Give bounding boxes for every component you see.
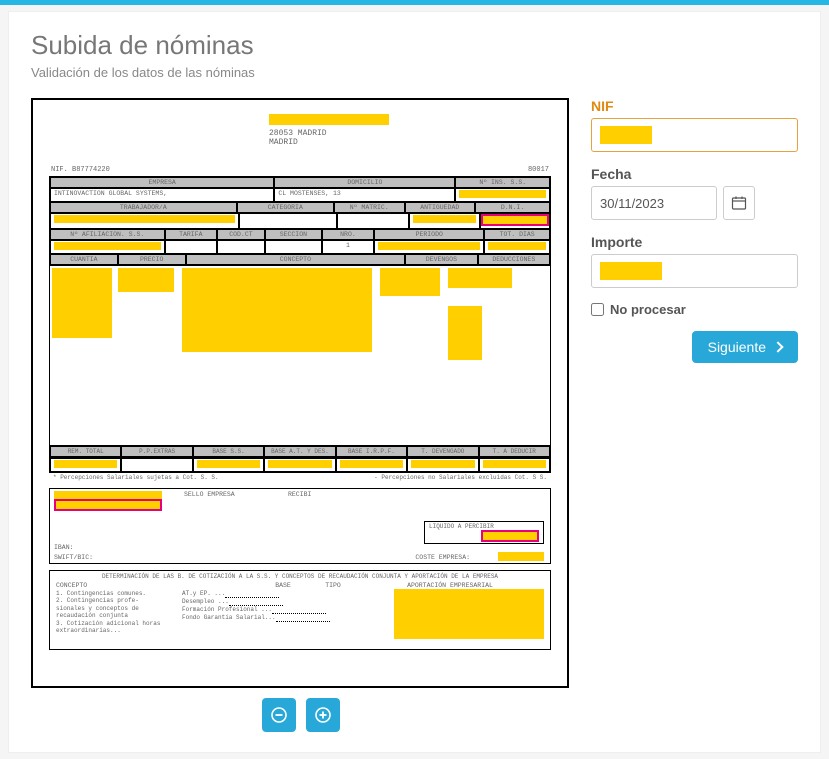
zoom-in-button[interactable] — [306, 698, 340, 732]
minus-icon — [271, 707, 287, 723]
totals-row: REM. TOTAL P.P.EXTRAS BASE S.S. BASE A.T… — [49, 446, 551, 458]
no-procesar-checkbox[interactable] — [591, 303, 604, 316]
siguiente-button[interactable]: Siguiente — [692, 331, 798, 363]
zoom-controls — [31, 698, 571, 732]
fecha-highlight — [54, 499, 162, 511]
nif-input[interactable] — [591, 118, 798, 152]
form-column: NIF Fecha Importe — [591, 98, 798, 363]
importe-redacted — [600, 262, 662, 280]
importe-input[interactable] — [591, 254, 798, 288]
signature-block: SELLO EMPRESA RECIBI LIQUIDO A PERCIBIR … — [49, 488, 551, 564]
no-procesar-label: No procesar — [610, 302, 686, 317]
accent-bar — [0, 0, 829, 5]
redacted-name — [269, 114, 389, 125]
fecha-input[interactable] — [591, 186, 717, 220]
nif-header-row: NIF. B87774220 80017 — [49, 166, 551, 176]
zoom-out-button[interactable] — [262, 698, 296, 732]
page-container: Subida de nóminas Validación de los dato… — [8, 11, 821, 753]
nif-label: NIF — [591, 98, 798, 114]
calendar-icon — [731, 195, 747, 211]
importe-label: Importe — [591, 234, 798, 250]
page-subtitle: Validación de los datos de las nóminas — [31, 65, 798, 80]
cotizacion-block: DETERMINACIÓN DE LAS B. DE COTIZACIÓN A … — [49, 570, 551, 650]
address-city: MADRID — [269, 138, 298, 147]
dni-highlight — [481, 214, 549, 226]
document-column: 28053 MADRID MADRID NIF. B87774220 80017… — [31, 98, 571, 732]
address-postal: 28053 MADRID — [269, 129, 327, 138]
liquido-highlight — [481, 530, 539, 542]
detail-block — [49, 266, 551, 446]
content-row: 28053 MADRID MADRID NIF. B87774220 80017… — [31, 98, 798, 732]
plus-icon — [315, 707, 331, 723]
payslip-preview: 28053 MADRID MADRID NIF. B87774220 80017… — [31, 98, 569, 688]
page-title: Subida de nóminas — [31, 30, 798, 61]
nif-redacted — [600, 126, 652, 144]
chevron-right-icon — [772, 341, 783, 352]
calendar-button[interactable] — [723, 186, 755, 220]
payslip-table: EMPRESA DOMICILIO Nº INS. S.S. INTINOVAC… — [49, 176, 551, 266]
fecha-label: Fecha — [591, 166, 798, 182]
address-block: 28053 MADRID MADRID — [269, 114, 551, 148]
